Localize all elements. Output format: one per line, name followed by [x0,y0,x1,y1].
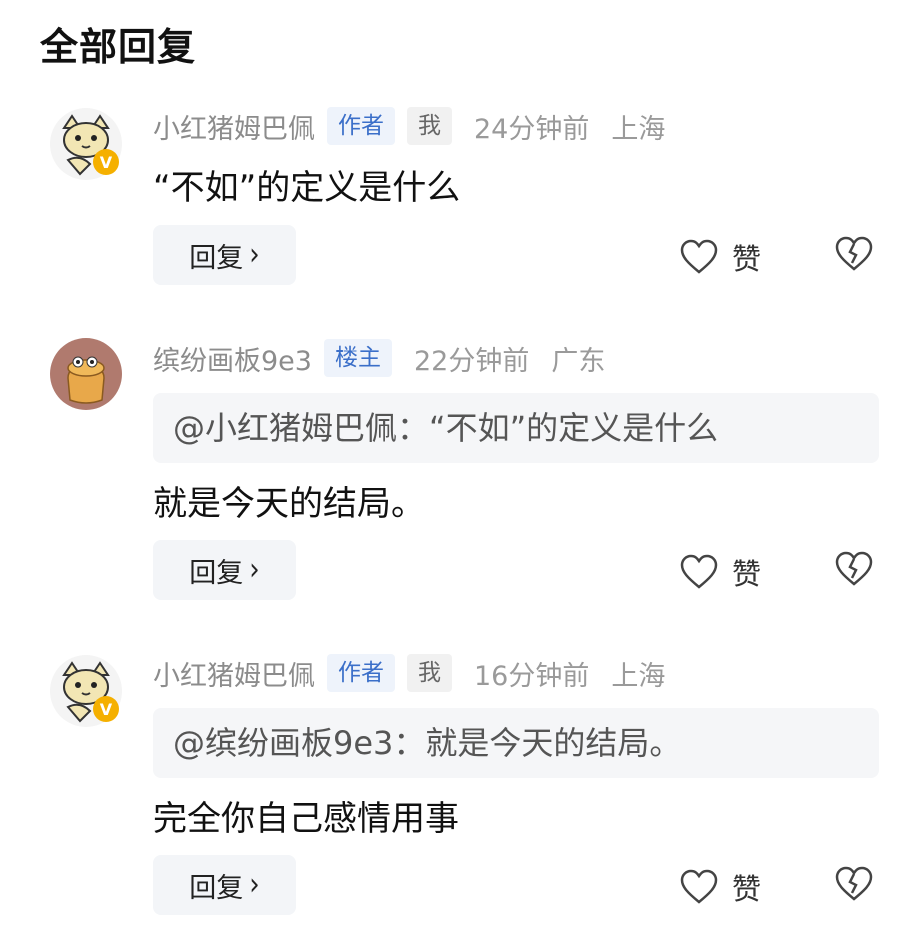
reply-button[interactable]: 回复 › [153,225,296,285]
reply-button[interactable]: 回复 › [153,855,296,915]
user-avatar[interactable]: V [50,108,122,180]
op-badge: 楼主 [323,339,392,377]
broken-heart-icon [835,866,873,901]
like-label: 赞 [732,872,762,906]
author-badge: 作者 [327,654,395,692]
location: 上海 [611,113,666,145]
comment-meta: 小红猪姆巴佩 作者 我 16分钟前 上海 [153,653,665,693]
svg-text:V: V [100,700,113,719]
timestamp: 22分钟前 [413,345,530,377]
quoted-reply[interactable]: @缤纷画板9e3：就是今天的结局。 [153,708,879,778]
cat-avatar-icon: V [50,655,122,727]
bread-avatar-icon [50,338,122,410]
user-avatar[interactable] [50,338,122,410]
location: 广东 [551,345,606,377]
username[interactable]: 小红猪姆巴佩 [153,654,315,693]
comment-meta: 小红猪姆巴佩 作者 我 24分钟前 上海 [153,106,665,146]
dislike-button[interactable] [835,551,873,591]
reply-label: 回复 [189,872,244,904]
reply-label: 回复 [189,557,244,589]
broken-heart-icon [835,551,873,586]
svg-text:V: V [100,153,113,172]
dislike-button[interactable] [835,866,873,906]
author-badge: 作者 [327,107,395,145]
like-button[interactable]: 赞 [680,866,761,908]
chevron-right-icon: › [249,867,260,903]
me-badge: 我 [407,654,452,692]
dislike-button[interactable] [835,236,873,276]
timestamp: 24分钟前 [474,113,590,145]
chevron-right-icon: › [249,552,260,588]
heart-outline-icon [680,869,718,904]
comment-text: 就是今天的结局。 [153,484,425,524]
heart-outline-icon [680,239,718,274]
me-badge: 我 [407,107,452,145]
reply-button[interactable]: 回复 › [153,540,296,600]
location: 上海 [611,660,666,692]
comment-meta: 缤纷画板9e3 楼主 22分钟前 广东 [153,338,605,378]
chevron-right-icon: › [249,237,260,273]
cat-avatar-icon: V [50,108,122,180]
quoted-reply[interactable]: @小红猪姆巴佩：“不如”的定义是什么 [153,393,879,463]
comment-text: “不如”的定义是什么 [153,168,461,208]
user-avatar[interactable]: V [50,655,122,727]
timestamp: 16分钟前 [474,660,590,692]
username[interactable]: 缤纷画板9e3 [153,339,312,378]
like-label: 赞 [732,242,762,276]
comment-text: 完全你自己感情用事 [153,799,459,839]
page-title: 全部回复 [40,25,197,69]
heart-outline-icon [680,554,718,589]
like-button[interactable]: 赞 [680,551,761,593]
like-button[interactable]: 赞 [680,236,761,278]
reply-label: 回复 [189,242,244,274]
broken-heart-icon [835,236,873,271]
like-label: 赞 [732,557,762,591]
username[interactable]: 小红猪姆巴佩 [153,107,315,146]
